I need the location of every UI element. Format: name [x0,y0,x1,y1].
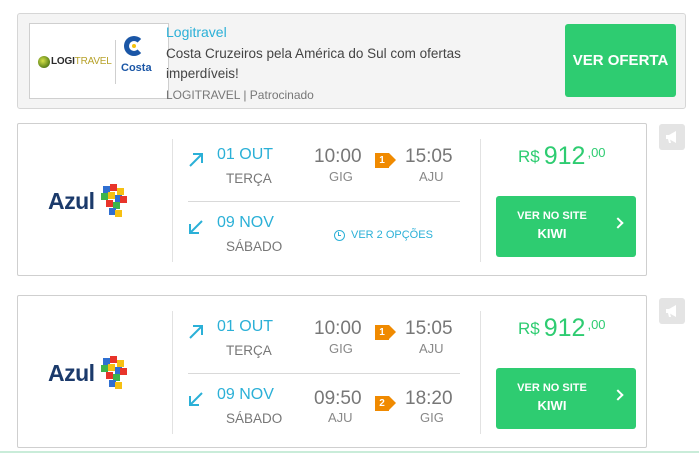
price-decimals: ,00 [587,317,606,332]
leg-divider [188,201,460,202]
column-divider [172,139,173,262]
ad-description: Costa Cruzeiros pela América do Sul com … [166,46,461,81]
logitravel-logo-text: LOGITRAVEL [51,56,112,67]
report-ad-button[interactable] [659,298,685,324]
bottom-border [0,451,699,453]
price-decimals: ,00 [587,145,606,160]
arrival-airport: AJU [419,341,444,356]
return-date: 09 NOV [217,386,274,403]
costa-logo-text: Costa [121,62,152,74]
return-arrival-time: 18:20 [405,388,453,409]
column-divider [480,139,481,262]
site-name-label: KIWI [537,398,567,413]
chevron-right-icon [612,217,624,229]
see-on-site-label: VER NO SITE [517,210,587,222]
price-integer: 912 [543,142,586,170]
megaphone-icon [666,131,676,143]
return-arrival-airport: GIG [420,410,444,425]
departure-airport: GIG [329,169,353,184]
departure-time: 10:00 [314,318,362,339]
outbound-date: 01 OUT [217,146,274,163]
outbound-weekday: TERÇA [226,171,272,186]
flight-result-card[interactable]: Azul 01 OUT TERÇA 10:00 GIG 1 15:05 AJU … [17,123,647,276]
costa-logo-icon [124,36,144,56]
arrow-up-right-icon [189,325,203,339]
leg-divider [188,373,460,374]
return-departure-airport: AJU [328,410,353,425]
stops-badge: 2 [375,396,397,411]
see-on-site-button[interactable]: VER NO SITE KIWI [496,196,636,257]
return-weekday: SÁBADO [226,239,283,254]
price: R$ 912 ,00 [518,314,606,343]
report-ad-button[interactable] [659,124,685,150]
arrow-down-left-icon [189,392,203,406]
column-divider [172,311,173,434]
azul-brazil-map-icon [99,184,127,218]
see-on-site-button[interactable]: VER NO SITE KIWI [496,368,636,429]
clock-icon [334,229,345,241]
azul-brazil-map-icon [99,356,127,390]
airline-name: Azul [48,359,95,386]
departure-airport: GIG [329,341,353,356]
arrival-time: 15:05 [405,146,453,167]
outbound-date: 01 OUT [217,318,274,335]
departure-time: 10:00 [314,146,362,167]
sponsored-ad[interactable]: LOGITRAVEL Costa Logitravel Costa Cruzei… [17,13,686,109]
price-currency: R$ [518,147,540,166]
see-offer-button[interactable]: VER OFERTA [565,24,676,97]
logitravel-logo-icon [38,56,50,68]
outbound-weekday: TERÇA [226,343,272,358]
megaphone-icon [666,305,676,317]
arrow-up-right-icon [189,153,203,167]
ad-title[interactable]: Logitravel [166,24,227,40]
airline-name: Azul [48,187,95,214]
site-name-label: KIWI [537,226,567,241]
arrival-airport: AJU [419,169,444,184]
price-integer: 912 [543,314,586,342]
arrival-time: 15:05 [405,318,453,339]
price: R$ 912 ,00 [518,142,606,171]
flight-result-card[interactable]: Azul 01 OUT TERÇA 10:00 GIG 1 15:05 AJU … [17,295,647,448]
return-departure-time: 09:50 [314,388,362,409]
see-options-link[interactable]: VER 2 OPÇÕES [334,229,433,241]
arrow-down-left-icon [189,220,203,234]
price-currency: R$ [518,319,540,338]
stops-badge: 1 [375,153,397,168]
return-date: 09 NOV [217,214,274,231]
airline-logo: Azul [48,181,127,221]
chevron-right-icon [612,389,624,401]
stops-badge: 1 [375,325,397,340]
see-on-site-label: VER NO SITE [517,382,587,394]
airline-logo: Azul [48,353,127,393]
see-options-label: VER 2 OPÇÕES [351,229,433,241]
column-divider [480,311,481,434]
return-weekday: SÁBADO [226,411,283,426]
logo-divider [115,40,116,84]
ad-source: LOGITRAVEL | Patrocinado [166,88,314,102]
advertiser-logo[interactable]: LOGITRAVEL Costa [29,23,169,99]
